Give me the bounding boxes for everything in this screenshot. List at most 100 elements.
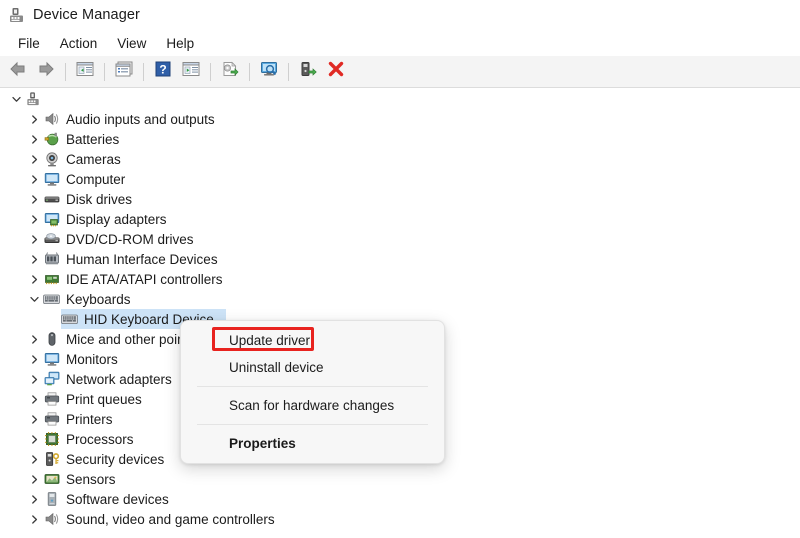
toolbar-separator: [249, 62, 250, 81]
device-manager-window: Device Manager File Action View Help ? A…: [0, 0, 800, 538]
chevron-right-icon[interactable]: [26, 169, 42, 189]
enable-device-button[interactable]: [294, 59, 322, 85]
chevron-down-icon[interactable]: [26, 289, 42, 309]
properties-button[interactable]: [110, 59, 138, 85]
chevron-right-icon[interactable]: [26, 229, 42, 249]
tree-item-disk-drives[interactable]: Disk drives: [0, 189, 800, 209]
chevron-right-icon[interactable]: [26, 389, 42, 409]
tree-item-keyboards[interactable]: Keyboards: [0, 289, 800, 309]
tree-item-label: Printers: [66, 411, 113, 427]
toolbar-separator: [143, 62, 144, 81]
forward-button[interactable]: [32, 59, 60, 85]
disk-drive-icon: [42, 190, 61, 208]
tree-item-label: Security devices: [66, 451, 165, 467]
hid-icon: [42, 250, 61, 268]
speaker-icon: [42, 110, 61, 128]
chevron-right-icon[interactable]: [26, 349, 42, 369]
properties-window-icon: [114, 60, 134, 83]
computer-root-icon: [24, 90, 43, 108]
tree-item-batteries[interactable]: Batteries: [0, 129, 800, 149]
red-x-icon: [326, 60, 346, 83]
chevron-right-icon[interactable]: [26, 469, 42, 489]
chevron-down-icon[interactable]: [8, 89, 24, 109]
device-manager-icon: [8, 6, 26, 24]
title-bar: Device Manager: [0, 0, 800, 30]
chevron-right-icon[interactable]: [26, 189, 42, 209]
tree-item-label: Sound, video and game controllers: [66, 511, 275, 527]
tree-root-node[interactable]: [0, 89, 800, 109]
uninstall-device-button[interactable]: [322, 59, 350, 85]
tree-item-cameras[interactable]: Cameras: [0, 149, 800, 169]
software-device-icon: [42, 490, 61, 508]
tree-item-label: Print queues: [66, 391, 142, 407]
display-adapter-icon: [42, 210, 61, 228]
scan-for-hardware-changes-button[interactable]: [255, 59, 283, 85]
toolbar: ?: [0, 56, 800, 88]
menu-action[interactable]: Action: [51, 34, 107, 53]
toolbar-separator: [288, 62, 289, 81]
tree-item-label: Keyboards: [66, 291, 131, 307]
tree-item-label: Network adapters: [66, 371, 172, 387]
tree-item-dvd-cd-rom-drives[interactable]: DVD/CD-ROM drives: [0, 229, 800, 249]
question-mark-icon: ?: [154, 60, 172, 83]
svg-text:?: ?: [159, 63, 166, 77]
chevron-right-icon[interactable]: [26, 149, 42, 169]
context-menu-separator: [197, 424, 428, 425]
tree-item-computer[interactable]: Computer: [0, 169, 800, 189]
chevron-right-icon[interactable]: [26, 429, 42, 449]
menu-file[interactable]: File: [9, 34, 49, 53]
tree-item-software-devices[interactable]: Software devices: [0, 489, 800, 509]
battery-icon: [42, 130, 61, 148]
toolbar-separator: [65, 62, 66, 81]
optical-drive-icon: [42, 230, 61, 248]
chevron-right-icon[interactable]: [26, 489, 42, 509]
context-menu-item-uninstall-device[interactable]: Uninstall device: [185, 354, 440, 381]
chevron-right-icon[interactable]: [26, 449, 42, 469]
context-menu-item-update-driver[interactable]: Update driver: [185, 327, 440, 354]
show-hide-action-pane-button[interactable]: [177, 59, 205, 85]
processor-icon: [42, 430, 61, 448]
chevron-right-icon[interactable]: [26, 109, 42, 129]
window-title: Device Manager: [33, 7, 140, 23]
chevron-right-icon[interactable]: [26, 249, 42, 269]
arrow-right-icon: [36, 60, 56, 83]
help-button[interactable]: ?: [149, 59, 177, 85]
chevron-right-icon[interactable]: [26, 129, 42, 149]
menu-view[interactable]: View: [108, 34, 155, 53]
back-button[interactable]: [4, 59, 32, 85]
console-tree-icon: [75, 60, 95, 83]
chevron-right-icon[interactable]: [26, 409, 42, 429]
tree-item-label: Human Interface Devices: [66, 251, 218, 267]
ide-controller-icon: [42, 270, 61, 288]
mouse-icon: [42, 330, 61, 348]
action-pane-icon: [181, 60, 201, 83]
context-menu-item-scan-for-hardware-changes[interactable]: Scan for hardware changes: [185, 392, 440, 419]
tree-item-sound-video-and-game-controllers[interactable]: Sound, video and game controllers: [0, 509, 800, 529]
tree-item-label: IDE ATA/ATAPI controllers: [66, 271, 223, 287]
keyboard-icon: [60, 310, 79, 328]
tree-item-ide-ata-atapi-controllers[interactable]: IDE ATA/ATAPI controllers: [0, 269, 800, 289]
chevron-right-icon[interactable]: [26, 369, 42, 389]
chevron-right-icon[interactable]: [26, 509, 42, 529]
chevron-right-icon[interactable]: [26, 269, 42, 289]
chevron-right-icon[interactable]: [26, 209, 42, 229]
tree-item-label: Cameras: [66, 151, 121, 167]
chevron-right-icon[interactable]: [26, 329, 42, 349]
tree-item-label: Monitors: [66, 351, 118, 367]
device-tree[interactable]: Audio inputs and outputs Batteries Camer…: [0, 89, 800, 538]
tree-item-human-interface-devices[interactable]: Human Interface Devices: [0, 249, 800, 269]
tree-item-display-adapters[interactable]: Display adapters: [0, 209, 800, 229]
context-menu: Update driver Uninstall device Scan for …: [180, 320, 445, 464]
tree-item-label: Batteries: [66, 131, 120, 147]
printer-icon: [42, 410, 61, 428]
printer-icon: [42, 390, 61, 408]
tree-item-sensors[interactable]: Sensors: [0, 469, 800, 489]
tree-item-audio-inputs-and-outputs[interactable]: Audio inputs and outputs: [0, 109, 800, 129]
context-menu-item-properties[interactable]: Properties: [185, 430, 440, 457]
update-driver-button[interactable]: [216, 59, 244, 85]
menu-bar: File Action View Help: [0, 30, 800, 56]
show-hide-console-tree-button[interactable]: [71, 59, 99, 85]
menu-help[interactable]: Help: [157, 34, 203, 53]
sensor-icon: [42, 470, 61, 488]
